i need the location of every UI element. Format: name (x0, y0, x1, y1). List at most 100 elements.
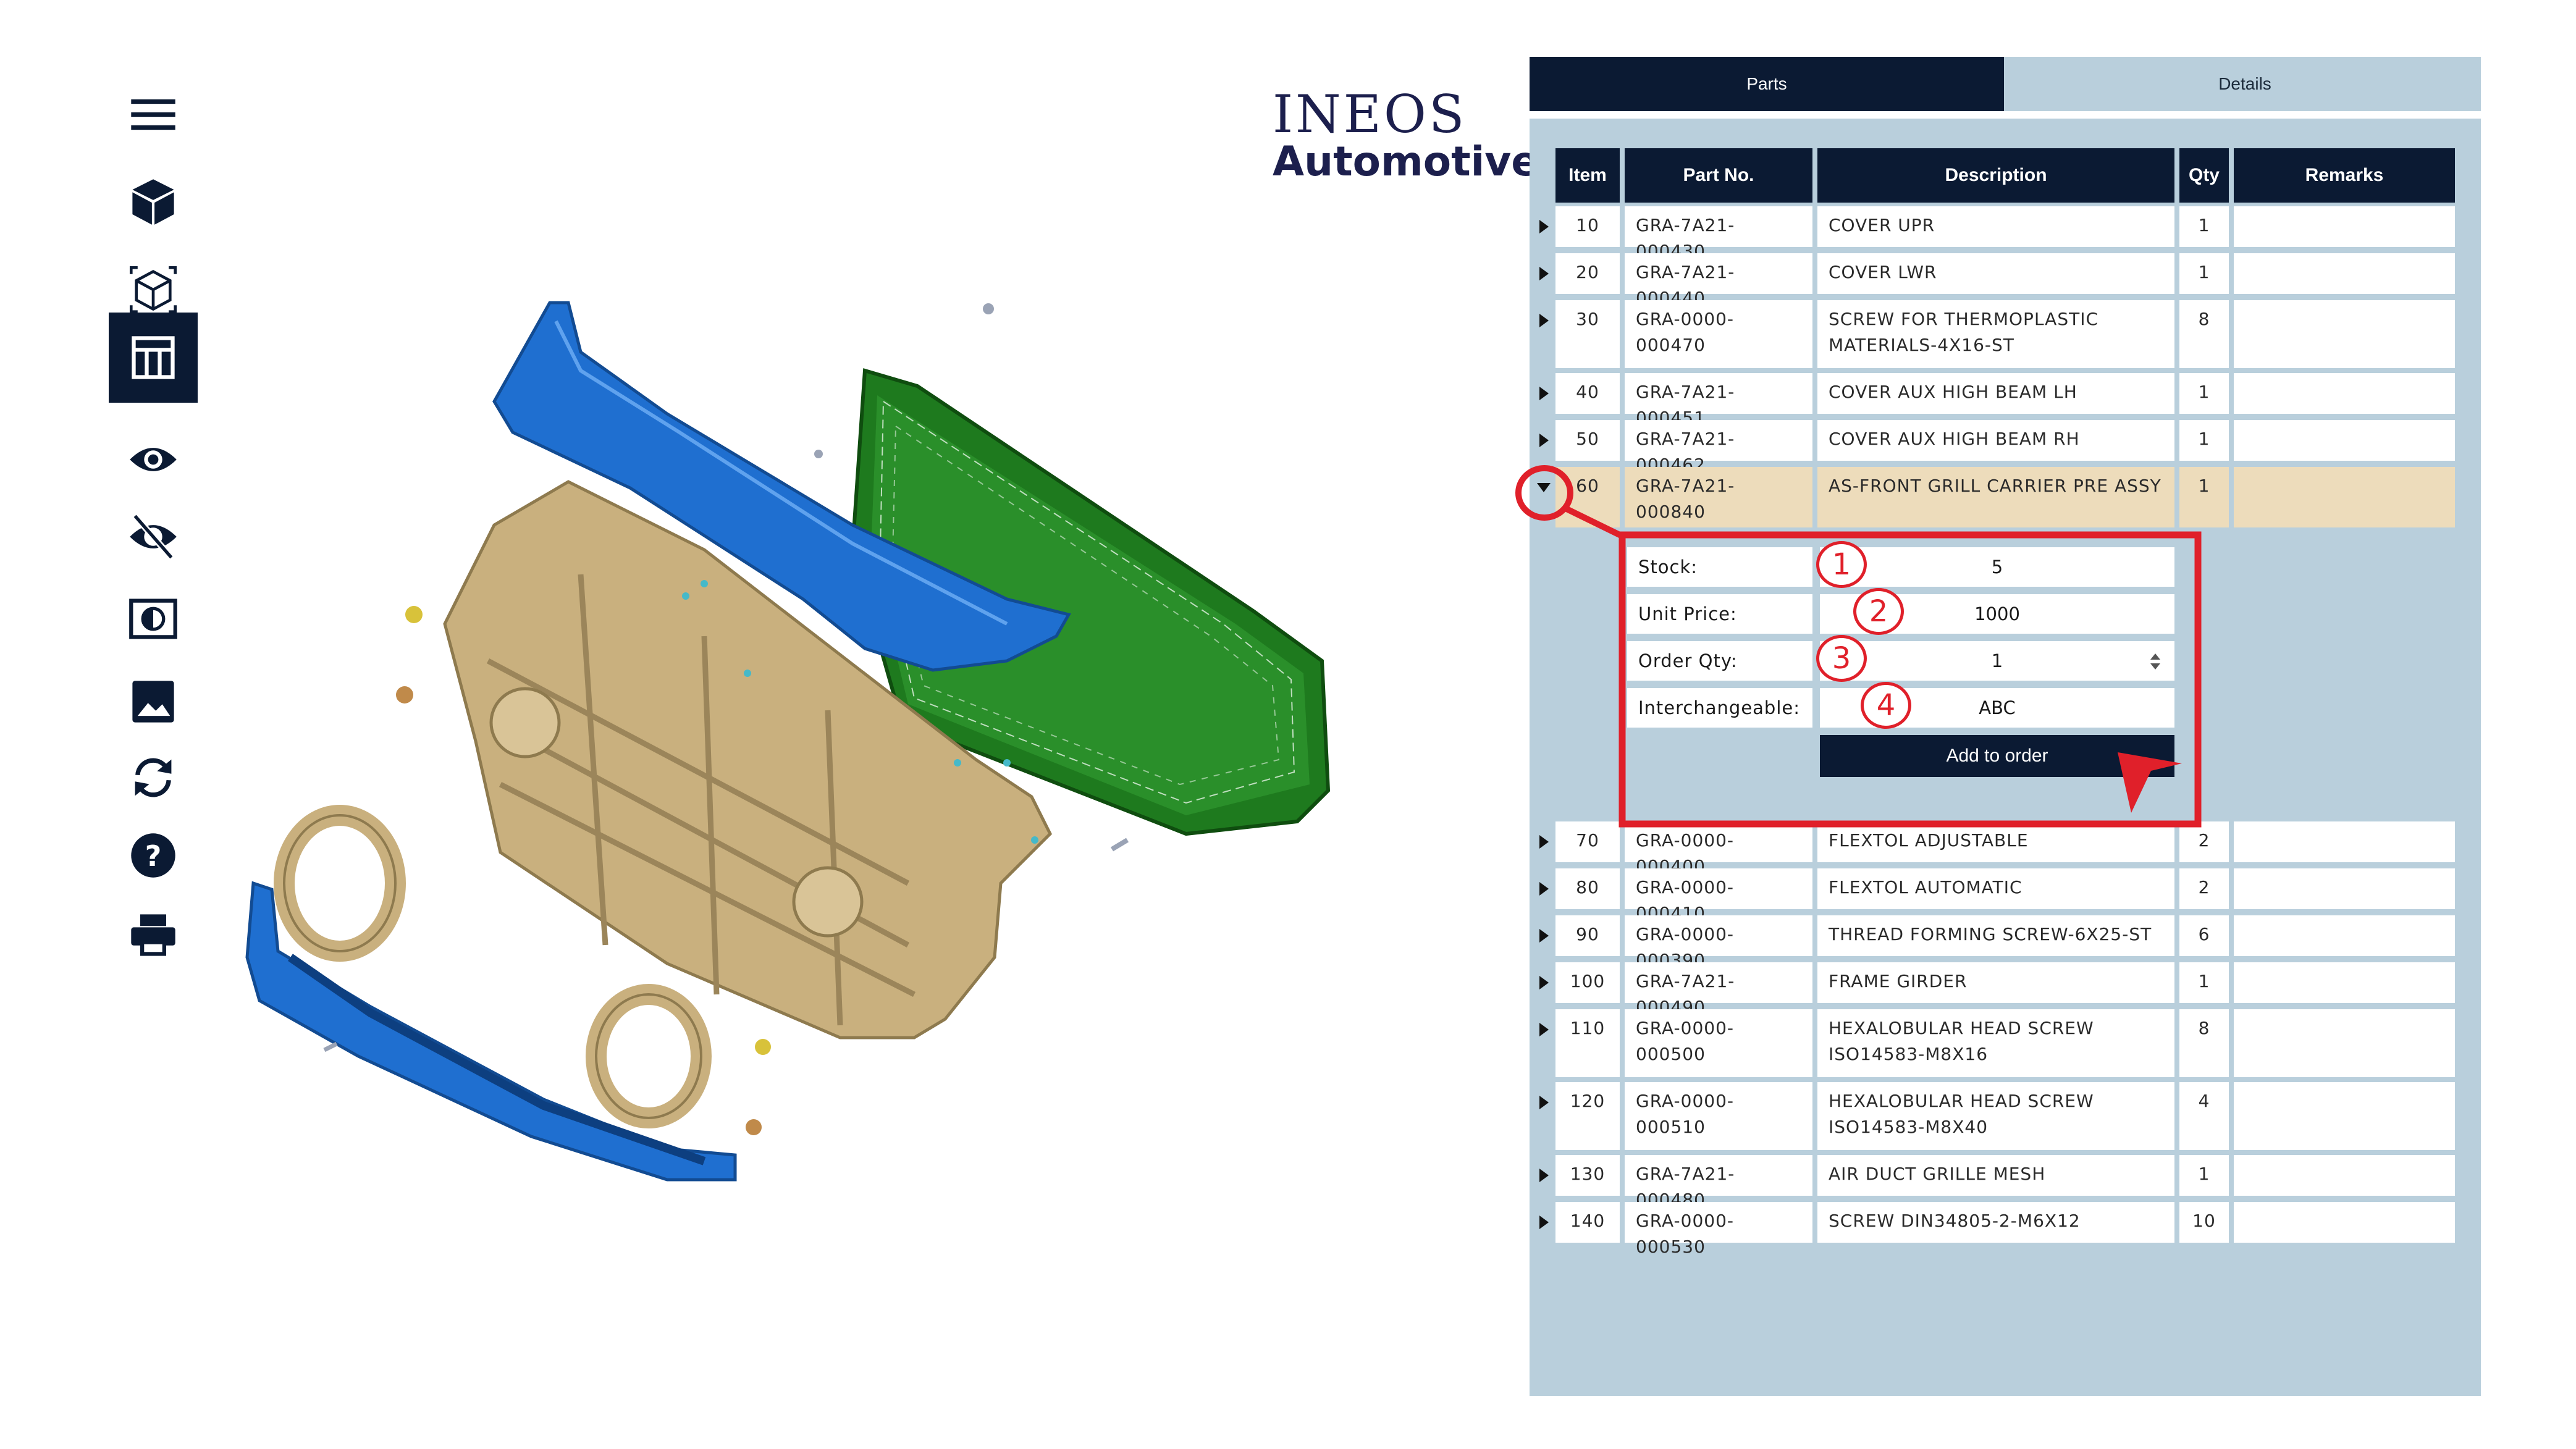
row-100-qty[interactable]: 1 (2179, 962, 2229, 1003)
row-30-qty[interactable]: 8 (2179, 300, 2229, 368)
3d-exploded-view[interactable] (235, 278, 1378, 1254)
row-30-description[interactable]: SCREW FOR THERMOPLASTIC MATERIALS-4X16-S… (1817, 300, 2174, 368)
row-70-remarks[interactable] (2234, 821, 2455, 862)
row-50-qty[interactable]: 1 (2179, 420, 2229, 461)
row-60-remarks[interactable] (2234, 467, 2455, 527)
row-20-description[interactable]: COVER LWR (1817, 253, 2174, 294)
header-remarks[interactable]: Remarks (2234, 148, 2455, 203)
row-70-description[interactable]: FLEXTOL ADJUSTABLE (1817, 821, 2174, 862)
row-120-part-no[interactable]: GRA-0000-000510 (1625, 1082, 1812, 1150)
expand-row-arrow[interactable] (1539, 387, 1549, 400)
row-80-description[interactable]: FLEXTOL AUTOMATIC (1817, 868, 2174, 909)
row-140-item[interactable]: 140 (1555, 1202, 1620, 1243)
row-10-item[interactable]: 10 (1555, 206, 1620, 247)
row-80-remarks[interactable] (2234, 868, 2455, 909)
contrast-button[interactable] (109, 576, 198, 662)
sync-button[interactable] (109, 735, 198, 820)
header-item[interactable]: Item (1555, 148, 1620, 203)
show-button[interactable] (109, 417, 198, 502)
hide-button[interactable] (109, 494, 198, 579)
row-80-part-no[interactable]: GRA-0000-000410 (1625, 868, 1812, 923)
row-50-remarks[interactable] (2234, 420, 2455, 461)
row-130-remarks[interactable] (2234, 1155, 2455, 1196)
row-90-description[interactable]: THREAD FORMING SCREW-6X25-ST (1817, 915, 2174, 956)
row-20-remarks[interactable] (2234, 253, 2455, 294)
row-10-qty[interactable]: 1 (2179, 206, 2229, 247)
solid-view-button[interactable] (109, 159, 198, 244)
cover-aux-high-beam-lh[interactable] (274, 805, 406, 962)
row-100-remarks[interactable] (2234, 962, 2455, 1003)
row-60-part-no[interactable]: GRA-7A21-000840 (1625, 467, 1812, 527)
header-description[interactable]: Description (1817, 148, 2174, 203)
header-qty[interactable]: Qty (2179, 148, 2229, 203)
row-110-item[interactable]: 110 (1555, 1009, 1620, 1077)
row-100-description[interactable]: FRAME GIRDER (1817, 962, 2174, 1003)
row-130-part-no[interactable]: GRA-7A21-000480 (1625, 1155, 1812, 1210)
row-60-description[interactable]: AS-FRONT GRILL CARRIER PRE ASSY (1817, 467, 2174, 527)
expand-row-arrow[interactable] (1539, 267, 1549, 280)
row-50-description[interactable]: COVER AUX HIGH BEAM RH (1817, 420, 2174, 461)
row-20-part-no[interactable]: GRA-7A21-000440 (1625, 253, 1812, 308)
row-90-part-no[interactable]: GRA-0000-000390 (1625, 915, 1812, 970)
row-130-description[interactable]: AIR DUCT GRILLE MESH (1817, 1155, 2174, 1196)
row-40-remarks[interactable] (2234, 373, 2455, 414)
row-90-remarks[interactable] (2234, 915, 2455, 956)
expand-row-arrow[interactable] (1539, 434, 1549, 447)
row-70-part-no[interactable]: GRA-0000-000400 (1625, 821, 1812, 876)
row-40-item[interactable]: 40 (1555, 373, 1620, 414)
row-30-item[interactable]: 30 (1555, 300, 1620, 368)
row-140-description[interactable]: SCREW DIN34805-2-M6X12 (1817, 1202, 2174, 1243)
tab-details[interactable]: Details (2009, 57, 2481, 111)
expand-row-arrow[interactable] (1539, 1023, 1549, 1036)
row-50-item[interactable]: 50 (1555, 420, 1620, 461)
table-layout-button[interactable] (109, 313, 198, 403)
row-40-description[interactable]: COVER AUX HIGH BEAM LH (1817, 373, 2174, 414)
tab-parts[interactable]: Parts (1530, 57, 2004, 111)
row-30-part-no[interactable]: GRA-0000-000470 (1625, 300, 1812, 368)
stepper-arrows-icon[interactable] (2149, 652, 2162, 671)
expand-row-arrow[interactable] (1539, 314, 1549, 327)
row-110-description[interactable]: HEXALOBULAR HEAD SCREW ISO14583-M8X16 (1817, 1009, 2174, 1077)
row-20-item[interactable]: 20 (1555, 253, 1620, 294)
row-80-item[interactable]: 80 (1555, 868, 1620, 909)
row-90-item[interactable]: 90 (1555, 915, 1620, 956)
row-10-description[interactable]: COVER UPR (1817, 206, 2174, 247)
image-button[interactable] (109, 659, 198, 744)
expand-row-arrow[interactable] (1539, 835, 1549, 849)
menu-button[interactable] (109, 72, 198, 158)
order-qty-stepper[interactable]: 1 (1820, 641, 2174, 681)
cover-aux-high-beam-rh[interactable] (586, 984, 712, 1128)
row-10-remarks[interactable] (2234, 206, 2455, 247)
row-60-item[interactable]: 60 (1555, 467, 1620, 527)
row-40-qty[interactable]: 1 (2179, 373, 2229, 414)
row-100-item[interactable]: 100 (1555, 962, 1620, 1003)
row-140-qty[interactable]: 10 (2179, 1202, 2229, 1243)
row-120-qty[interactable]: 4 (2179, 1082, 2229, 1150)
row-120-item[interactable]: 120 (1555, 1082, 1620, 1150)
row-120-remarks[interactable] (2234, 1082, 2455, 1150)
add-to-order-button[interactable]: Add to order (1820, 735, 2174, 777)
header-part-no[interactable]: Part No. (1625, 148, 1812, 203)
expand-row-arrow[interactable] (1539, 220, 1549, 233)
row-110-remarks[interactable] (2234, 1009, 2455, 1077)
row-110-part-no[interactable]: GRA-0000-000500 (1625, 1009, 1812, 1077)
row-10-part-no[interactable]: GRA-7A21-000430 (1625, 206, 1812, 261)
expand-row-arrow[interactable] (1539, 1096, 1549, 1109)
expand-row-arrow[interactable] (1539, 976, 1549, 989)
print-button[interactable] (109, 892, 198, 978)
row-20-qty[interactable]: 1 (2179, 253, 2229, 294)
row-140-part-no[interactable]: GRA-0000-000530 (1625, 1202, 1812, 1257)
expand-row-arrow[interactable] (1539, 1216, 1549, 1229)
row-100-part-no[interactable]: GRA-7A21-000490 (1625, 962, 1812, 1017)
expand-row-arrow[interactable] (1539, 929, 1549, 943)
row-140-remarks[interactable] (2234, 1202, 2455, 1243)
row-130-qty[interactable]: 1 (2179, 1155, 2229, 1196)
collapse-row-arrow[interactable] (1537, 483, 1551, 492)
row-130-item[interactable]: 130 (1555, 1155, 1620, 1196)
row-110-qty[interactable]: 8 (2179, 1009, 2229, 1077)
row-40-part-no[interactable]: GRA-7A21-000451 (1625, 373, 1812, 428)
row-30-remarks[interactable] (2234, 300, 2455, 368)
row-70-qty[interactable]: 2 (2179, 821, 2229, 862)
row-70-item[interactable]: 70 (1555, 821, 1620, 862)
row-120-description[interactable]: HEXALOBULAR HEAD SCREW ISO14583-M8X40 (1817, 1082, 2174, 1150)
